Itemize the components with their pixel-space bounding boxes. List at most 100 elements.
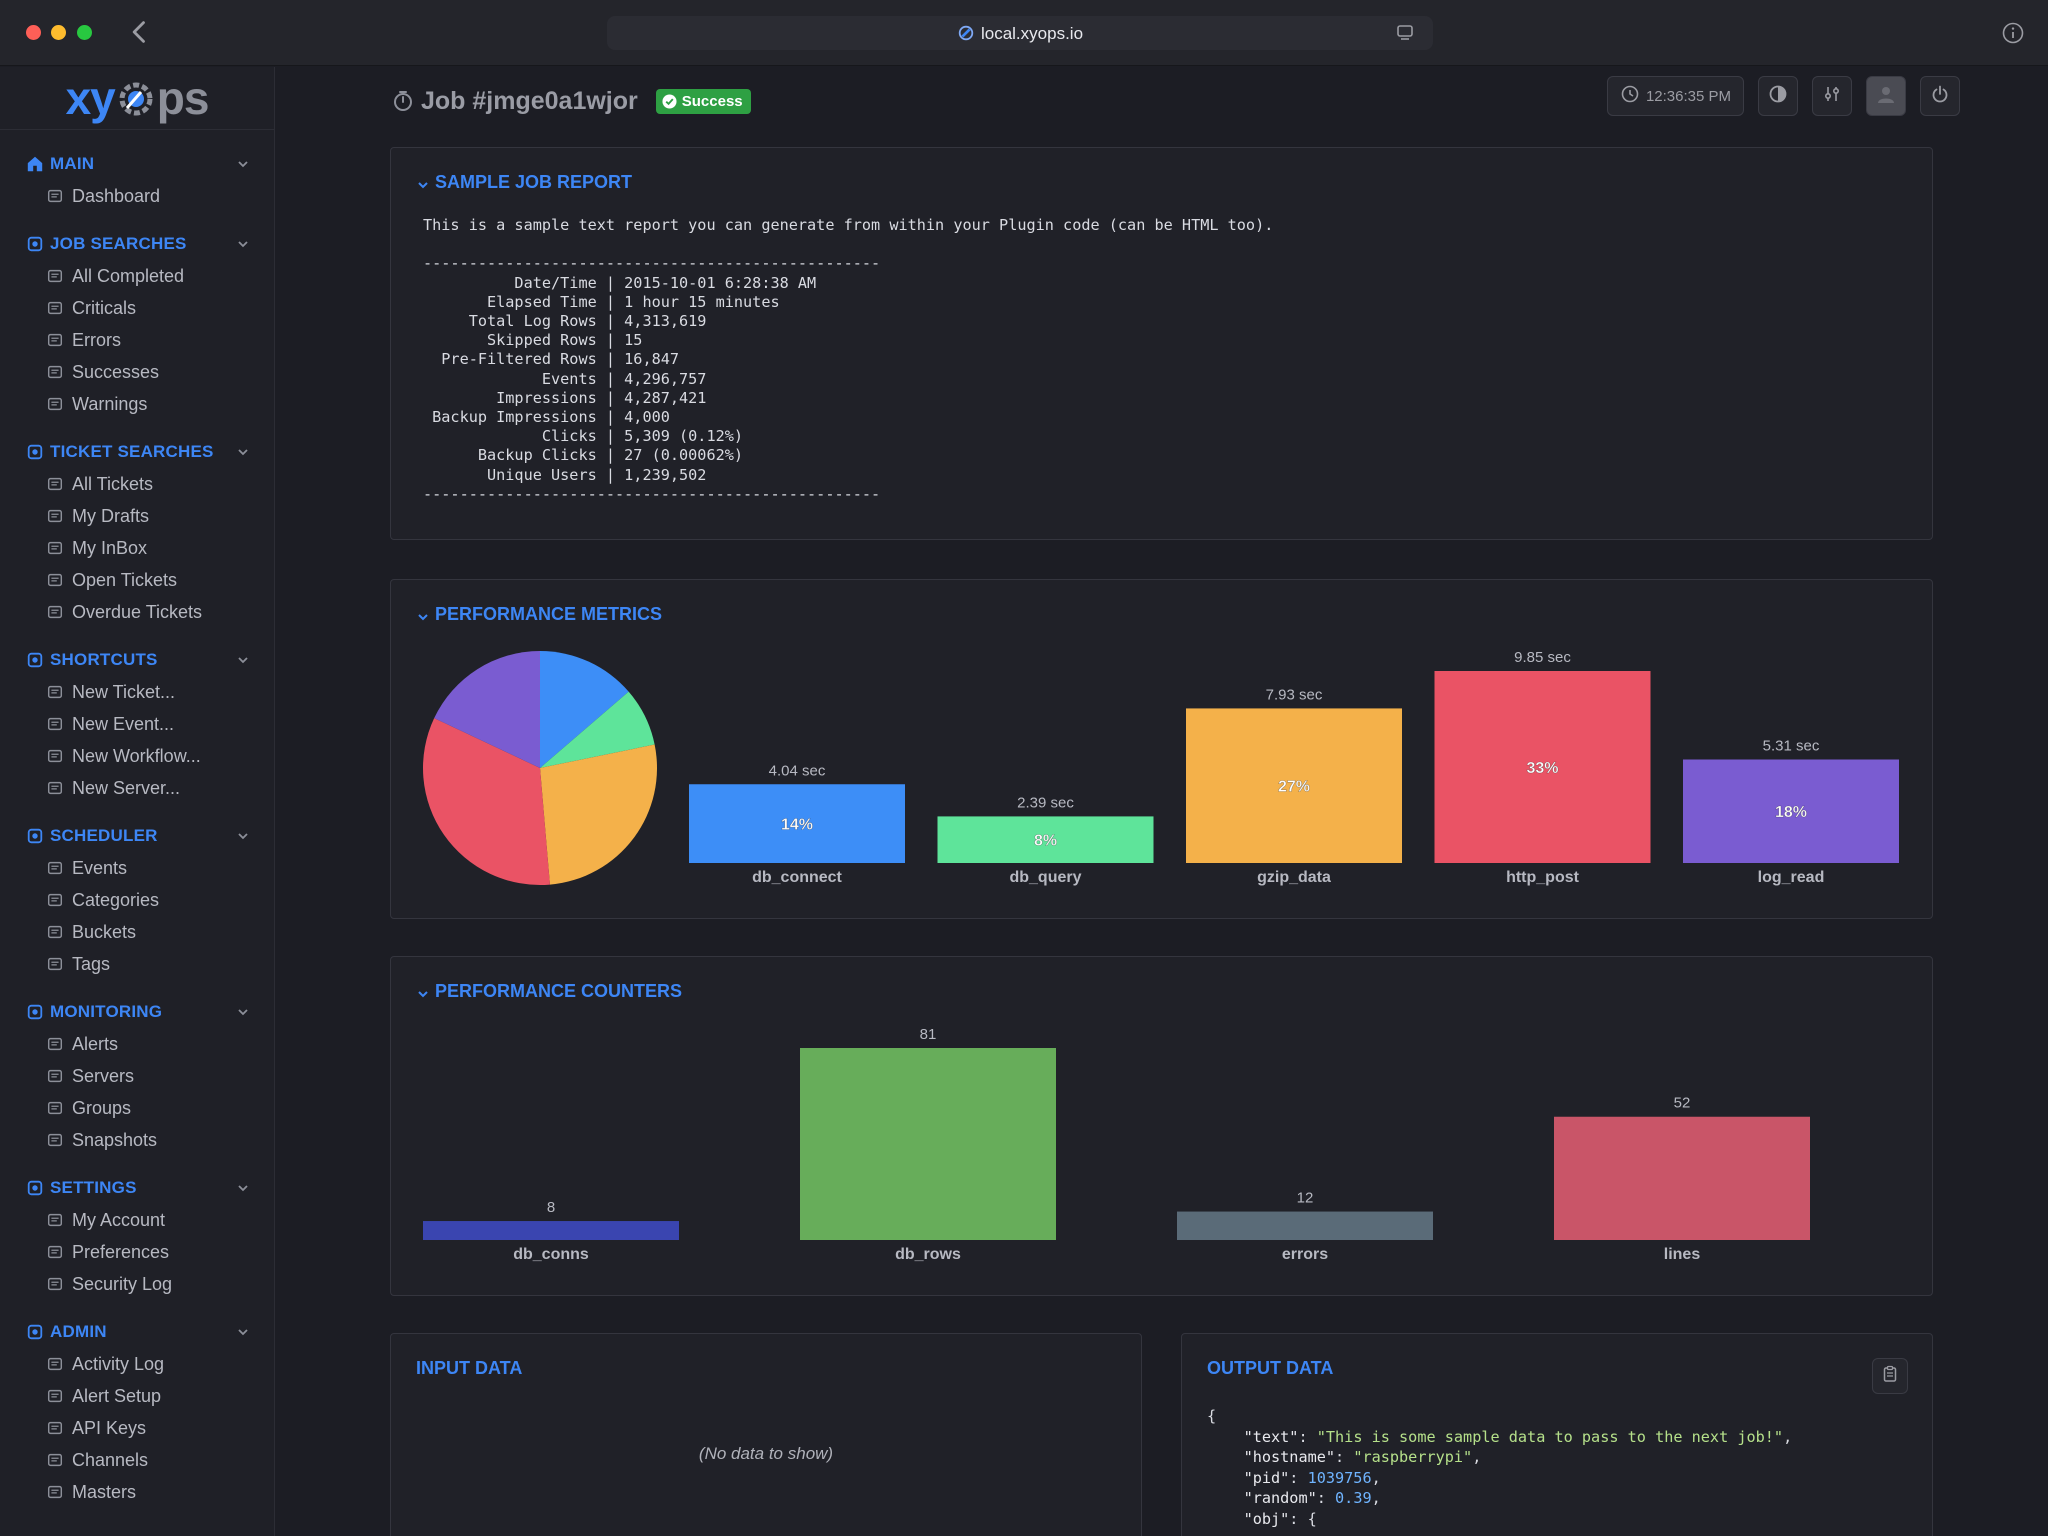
sidebar-item-label: Warnings <box>72 393 148 414</box>
chevron-down-icon[interactable] <box>236 1005 250 1019</box>
bar-percent-label: 33% <box>1526 760 1558 777</box>
bar-category-label: lines <box>1664 1246 1701 1263</box>
sidebar-section-header[interactable]: SETTINGS <box>0 1172 274 1204</box>
output-data-panel: OUTPUT DATA { "text": "This is some samp… <box>1181 1333 1933 1536</box>
sidebar-item-new-ticket[interactable]: New Ticket... <box>0 676 274 708</box>
sidebar-item-preferences[interactable]: Preferences <box>0 1236 274 1268</box>
close-window-button[interactable] <box>26 25 41 40</box>
copy-to-clipboard-button[interactable] <box>1872 1358 1908 1394</box>
sidebar-item-dashboard[interactable]: Dashboard <box>0 180 274 212</box>
chevron-down-icon[interactable] <box>236 445 250 459</box>
bar-value-label: 52 <box>1674 1095 1691 1112</box>
sidebar-section-header[interactable]: TICKET SEARCHES <box>0 436 274 468</box>
sidebar-item-tags[interactable]: Tags <box>0 948 274 980</box>
sidebar-item-warnings[interactable]: Warnings <box>0 388 274 420</box>
sidebar-item-masters[interactable]: Masters <box>0 1476 274 1508</box>
theme-toggle-button[interactable] <box>1758 76 1798 116</box>
user-search-icon <box>27 236 43 252</box>
sidebar-item-label: Events <box>72 857 128 878</box>
sidebar-item-all-completed[interactable]: All Completed <box>0 260 274 292</box>
sidebar-item-new-workflow[interactable]: New Workflow... <box>0 740 274 772</box>
sidebar-item-channels[interactable]: Channels <box>0 1444 274 1476</box>
sidebar-item-categories[interactable]: Categories <box>0 884 274 916</box>
sidebar-item-successes[interactable]: Successes <box>0 356 274 388</box>
sidebar-item-alert-setup[interactable]: Alert Setup <box>0 1380 274 1412</box>
sidebar-item-my-drafts[interactable]: My Drafts <box>0 500 274 532</box>
sidebar-item-new-event[interactable]: New Event... <box>0 708 274 740</box>
sidebar-item-my-inbox[interactable]: My InBox <box>0 532 274 564</box>
bar-value-label: 7.93 sec <box>1266 686 1323 703</box>
activity-log-icon <box>47 1357 63 1371</box>
sidebar-nav: MAIN Dashboard JOB SEARCHES All Complete… <box>0 130 274 1508</box>
sidebar-item-criticals[interactable]: Criticals <box>0 292 274 324</box>
dashboard-icon <box>47 189 63 203</box>
sidebar-section-label: SHORTCUTS <box>50 650 158 669</box>
inbox-icon <box>47 541 63 555</box>
sidebar-item-errors[interactable]: Errors <box>0 324 274 356</box>
chevron-down-icon[interactable] <box>236 829 250 843</box>
sidebar-item-open-tickets[interactable]: Open Tickets <box>0 564 274 596</box>
sidebar-item-security-log[interactable]: Security Log <box>0 1268 274 1300</box>
sidebar-section-job-searches: JOB SEARCHES All Completed Criticals Err… <box>0 228 274 420</box>
logo-gear-icon <box>115 78 157 120</box>
chevron-down-icon[interactable] <box>236 653 250 667</box>
logout-button[interactable] <box>1920 76 1960 116</box>
sidebar-item-api-keys[interactable]: API Keys <box>0 1412 274 1444</box>
sidebar-item-activity-log[interactable]: Activity Log <box>0 1348 274 1380</box>
sidebar-item-label: My InBox <box>72 537 148 558</box>
info-icon[interactable] <box>2002 22 2024 44</box>
back-arrow-icon[interactable] <box>126 18 154 48</box>
clock-button[interactable]: 12:36:35 PM <box>1606 76 1744 116</box>
sidebar-item-all-tickets[interactable]: All Tickets <box>0 468 274 500</box>
chevron-down-icon[interactable] <box>236 237 250 251</box>
bucket-icon <box>47 925 63 939</box>
sidebar-item-groups[interactable]: Groups <box>0 1092 274 1124</box>
sidebar-item-label: Activity Log <box>72 1353 165 1374</box>
sidebar-section-header[interactable]: MAIN <box>0 148 274 180</box>
sidebar-item-label: New Workflow... <box>72 745 201 766</box>
sidebar-item-servers[interactable]: Servers <box>0 1060 274 1092</box>
pie-slice-gzip_data <box>540 744 657 885</box>
panel-header: INPUT DATA <box>416 1358 522 1379</box>
sidebar-item-new-server[interactable]: New Server... <box>0 772 274 804</box>
bar-percent-label: 27% <box>1278 779 1310 796</box>
sidebar-section-header[interactable]: SHORTCUTS <box>0 644 274 676</box>
preferences-button[interactable] <box>1812 76 1852 116</box>
database-icon <box>47 1485 63 1499</box>
sidebar-item-buckets[interactable]: Buckets <box>0 916 274 948</box>
xyops-logo[interactable]: xy ps <box>0 67 274 130</box>
chevron-down-icon[interactable] <box>236 1181 250 1195</box>
clock-text: 12:36:35 PM <box>1645 87 1731 105</box>
sidebar-section-header[interactable]: ADMIN <box>0 1316 274 1348</box>
sidebar-section-header[interactable]: JOB SEARCHES <box>0 228 274 260</box>
contrast-icon <box>1768 84 1788 108</box>
page-title: Job #jmge0a1wjor <box>421 86 638 115</box>
user-avatar-button[interactable] <box>1866 76 1906 116</box>
sidebar-item-label: Preferences <box>72 1241 170 1262</box>
sidebar-item-my-account[interactable]: My Account <box>0 1204 274 1236</box>
chevron-down-icon[interactable] <box>236 157 250 171</box>
sidebar-item-alerts[interactable]: Alerts <box>0 1028 274 1060</box>
reader-mode-icon[interactable] <box>1395 23 1415 43</box>
sidebar: xy ps MAIN Dashboard JOB SEARCHES All Com… <box>0 67 275 1536</box>
sidebar-section-header[interactable]: MONITORING <box>0 996 274 1028</box>
main-content: Job #jmge0a1wjor Success 12:36:35 PM SAM… <box>276 67 2048 1536</box>
sidebar-item-label: Servers <box>72 1065 135 1086</box>
sidebar-item-label: Buckets <box>72 921 137 942</box>
clock-icon <box>1620 84 1640 108</box>
chevron-down-icon[interactable] <box>236 1325 250 1339</box>
sidebar-item-label: Security Log <box>72 1273 173 1294</box>
job-header: Job #jmge0a1wjor Success <box>391 81 751 121</box>
bar-lines <box>1554 1116 1810 1240</box>
minimize-window-button[interactable] <box>51 25 66 40</box>
zoom-window-button[interactable] <box>77 25 92 40</box>
sidebar-item-overdue-tickets[interactable]: Overdue Tickets <box>0 596 274 628</box>
input-data-panel: INPUT DATA (No data to show) <box>390 1333 1142 1536</box>
ticket-search-icon <box>27 444 43 460</box>
sidebar-item-snapshots[interactable]: Snapshots <box>0 1124 274 1156</box>
sidebar-item-label: My Account <box>72 1209 166 1230</box>
sidebar-section-header[interactable]: SCHEDULER <box>0 820 274 852</box>
panel-header[interactable]: SAMPLE JOB REPORT <box>416 172 632 193</box>
sidebar-item-events[interactable]: Events <box>0 852 274 884</box>
address-bar[interactable]: local.xyops.io <box>607 16 1433 50</box>
